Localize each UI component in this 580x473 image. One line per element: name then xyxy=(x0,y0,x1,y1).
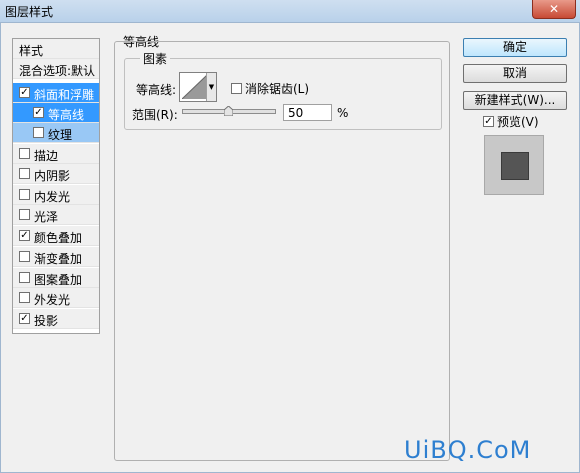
range-input[interactable]: 50 xyxy=(283,104,332,121)
style-item-label: 等高线 xyxy=(48,108,85,122)
style-item[interactable]: 纹理 xyxy=(13,123,99,143)
style-item[interactable]: ✓ 斜面和浮雕 xyxy=(13,83,99,103)
style-item[interactable]: 外发光 xyxy=(13,288,99,308)
style-item-checkbox[interactable] xyxy=(19,168,30,179)
contour-label: 等高线: xyxy=(136,83,177,97)
style-item-label: 渐变叠加 xyxy=(34,252,83,266)
cancel-button[interactable]: 取消 xyxy=(463,64,567,83)
style-item-label: 光泽 xyxy=(34,210,59,224)
style-item-label: 颜色叠加 xyxy=(34,231,83,245)
style-item[interactable]: 渐变叠加 xyxy=(13,247,99,267)
style-item-checkbox[interactable] xyxy=(19,292,30,303)
style-item[interactable]: ✓ 投影 xyxy=(13,309,99,329)
contour-picker[interactable]: ▼ xyxy=(179,72,217,102)
style-preview xyxy=(484,135,544,195)
style-item-label: 投影 xyxy=(34,314,59,328)
style-item[interactable]: 内发光 xyxy=(13,185,99,205)
elements-group-title: 图素 xyxy=(140,50,171,67)
style-item[interactable]: 光泽 xyxy=(13,205,99,225)
style-item-checkbox[interactable] xyxy=(19,251,30,262)
style-item-label: 纹理 xyxy=(48,128,73,142)
range-unit: % xyxy=(337,106,349,120)
style-item-label: 图案叠加 xyxy=(34,273,83,287)
style-item-checkbox[interactable]: ✓ xyxy=(19,87,30,98)
style-item-label: 内阴影 xyxy=(34,169,71,183)
styles-list: 样式混合选项:默认 ✓ 斜面和浮雕 ✓ 等高线纹理描边内阴影内发光光泽 ✓ 颜色叠加渐变叠加… xyxy=(12,38,100,334)
new-style-button[interactable]: 新建样式(W)... xyxy=(463,91,567,110)
style-item-checkbox[interactable]: ✓ xyxy=(19,230,30,241)
style-item-label: 外发光 xyxy=(34,293,71,307)
watermark: UiBQ.CoM xyxy=(404,436,532,464)
range-label: 范围(R): xyxy=(132,108,178,122)
anti-alias-checkbox[interactable] xyxy=(231,83,242,94)
style-item[interactable]: 内阴影 xyxy=(13,164,99,184)
style-item[interactable]: 描边 xyxy=(13,144,99,164)
style-item-checkbox[interactable] xyxy=(19,272,30,283)
anti-alias-label: 消除锯齿(L) xyxy=(245,82,310,96)
preview-checkbox[interactable]: ✓ xyxy=(483,116,494,127)
style-item-label: 内发光 xyxy=(34,190,71,204)
style-item-checkbox[interactable]: ✓ xyxy=(19,313,30,324)
contour-curve-icon xyxy=(182,75,207,99)
style-item-checkbox[interactable] xyxy=(19,148,30,159)
style-item-label: 样式 xyxy=(19,44,44,58)
style-item-checkbox[interactable]: ✓ xyxy=(33,107,44,118)
close-button[interactable]: ✕ xyxy=(532,0,576,19)
style-item[interactable]: 图案叠加 xyxy=(13,268,99,288)
style-item-checkbox[interactable] xyxy=(33,127,44,138)
style-item-checkbox[interactable] xyxy=(19,209,30,220)
chevron-down-icon[interactable]: ▼ xyxy=(206,73,216,101)
ok-button[interactable]: 确定 xyxy=(463,38,567,57)
style-item-checkbox[interactable] xyxy=(19,189,30,200)
style-item-label: 混合选项:默认 xyxy=(19,64,96,78)
preview-swatch xyxy=(501,152,529,180)
style-item-label: 描边 xyxy=(34,149,59,163)
style-item[interactable]: 样式 xyxy=(13,39,99,59)
titlebar: 图层样式 ✕ xyxy=(0,0,580,23)
range-slider-thumb[interactable] xyxy=(223,106,233,116)
style-item-label: 斜面和浮雕 xyxy=(34,88,95,102)
window-title: 图层样式 xyxy=(5,5,54,19)
style-item[interactable]: 混合选项:默认 xyxy=(13,59,99,79)
style-item[interactable]: ✓ 等高线 xyxy=(13,103,99,123)
style-item[interactable]: ✓ 颜色叠加 xyxy=(13,226,99,246)
preview-label: 预览(V) xyxy=(497,115,539,129)
